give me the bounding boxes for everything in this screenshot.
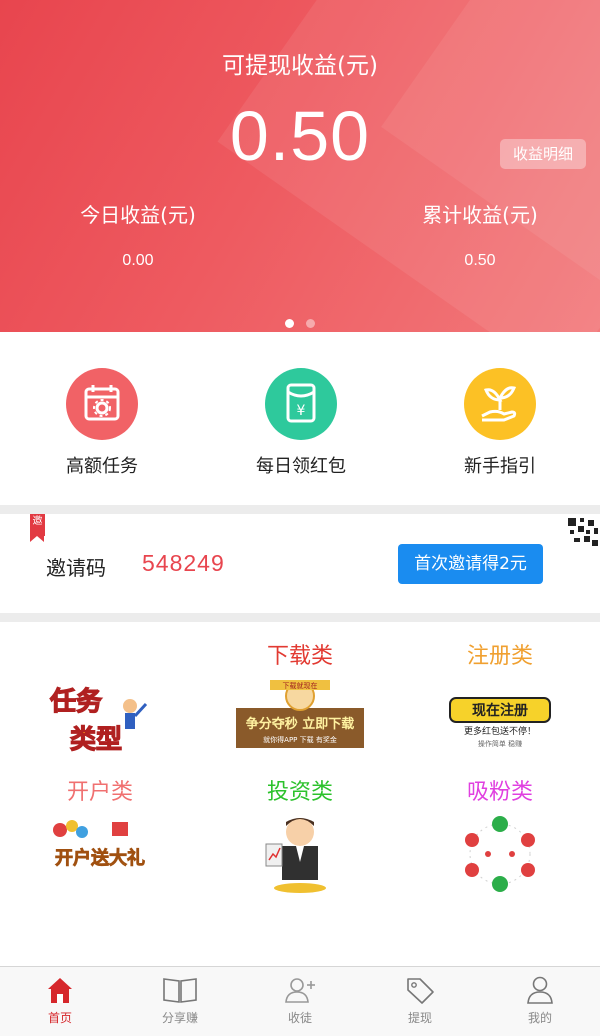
- tab-label: 分享赚: [161, 1011, 198, 1025]
- invite-code-value: 548249: [142, 550, 225, 576]
- invite-code-label: 邀请码: [46, 556, 106, 580]
- today-earnings-label: 今日收益(元): [80, 203, 196, 227]
- tab-icon-wrap: [360, 967, 480, 1007]
- download-banner-icon: 下载就现在 争分夺秒 立即下载 就你得APP 下载 有奖金: [236, 680, 364, 748]
- category-register[interactable]: 注册类 现在注册 更多红包送不停！ 操作简单 稳赚: [400, 638, 600, 762]
- register-banner-icon: 现在注册 更多红包送不停！ 操作简单 稳赚: [449, 697, 551, 748]
- tab-label: 首页: [47, 1011, 72, 1025]
- first-invite-reward-button[interactable]: 首次邀请得2元: [398, 544, 543, 584]
- svg-text:现在注册: 现在注册: [472, 702, 528, 719]
- category-name: 下载类: [266, 644, 333, 669]
- open-account-banner-icon: 开户送大礼: [53, 820, 145, 869]
- hand-plant-icon: [464, 368, 536, 440]
- svg-text:更多红包送不停！: 更多红包送不停！: [464, 725, 536, 737]
- tab-icon-wrap: [120, 967, 240, 1007]
- withdrawable-title: 可提现收益(元): [222, 53, 378, 79]
- svg-text:任务: 任务: [49, 687, 102, 717]
- daily-red-envelope-button[interactable]: ¥ 每日领红包: [221, 368, 381, 478]
- calendar-gear-icon: [66, 368, 138, 440]
- tab-icon-wrap: [240, 967, 360, 1007]
- category-gain-followers[interactable]: 吸粉类: [400, 774, 600, 898]
- category-task-type[interactable]: 任务 类型: [0, 638, 200, 762]
- category-name: 开户类: [66, 780, 133, 805]
- action-label: 每日领红包: [256, 456, 346, 477]
- category-name: 投资类: [266, 780, 333, 805]
- carousel-dot[interactable]: [285, 319, 294, 328]
- invite-tag: 邀: [30, 514, 45, 542]
- invite-section: 邀 邀请码 548249 首次邀请得2元: [0, 514, 600, 612]
- tab-label: 收徒: [287, 1011, 312, 1025]
- beginner-guide-button[interactable]: 新手指引: [420, 368, 580, 478]
- category-name: 吸粉类: [466, 780, 533, 805]
- tab-share-earn[interactable]: 分享赚: [120, 967, 240, 1036]
- total-earnings: 累计收益(元) 0.50: [380, 199, 580, 270]
- qr-code-icon: [568, 518, 598, 546]
- tab-home[interactable]: 首页: [0, 967, 120, 1036]
- task-type-banner-icon: 任务 类型: [48, 686, 148, 756]
- total-earnings-label: 累计收益(元): [422, 203, 538, 227]
- carousel-dot[interactable]: [306, 319, 315, 328]
- earnings-header: 可提现收益(元) 0.50 收益明细 今日收益(元) 0.00 累计收益(元) …: [0, 0, 600, 332]
- category-name: 注册类: [466, 644, 533, 669]
- today-earnings: 今日收益(元) 0.00: [38, 199, 238, 270]
- svg-text:就你得APP 下载 有奖金: 就你得APP 下载 有奖金: [263, 735, 337, 744]
- earnings-detail-button[interactable]: 收益明细: [500, 139, 586, 169]
- action-label: 高额任务: [66, 456, 138, 477]
- action-label: 新手指引: [464, 456, 536, 477]
- task-categories: 任务 类型 下载类 下载就现在 争分夺秒 立即下载 就你得APP 下载 有奖金 …: [0, 622, 600, 964]
- tab-label: 提现: [407, 1011, 432, 1025]
- category-investment[interactable]: 投资类: [200, 774, 400, 898]
- tab-icon-wrap: [0, 967, 120, 1007]
- total-earnings-value: 0.50: [464, 252, 496, 269]
- category-open-account[interactable]: 开户类 开户送大礼: [0, 774, 200, 898]
- high-reward-task-button[interactable]: 高额任务: [22, 368, 182, 478]
- social-icons-circle-icon: [465, 816, 535, 892]
- book-icon: [163, 978, 197, 1003]
- tab-label: 我的: [527, 1011, 552, 1025]
- category-name: [0, 638, 200, 668]
- red-envelope-yen-icon: ¥: [265, 368, 337, 440]
- svg-text:开户送大礼: 开户送大礼: [55, 847, 145, 869]
- home-icon: [48, 978, 72, 1003]
- today-earnings-value: 0.00: [122, 252, 154, 269]
- tab-withdraw[interactable]: 提现: [360, 967, 480, 1036]
- add-user-icon: [285, 978, 315, 1003]
- tag-icon: [407, 978, 434, 1004]
- carousel-indicator: [0, 313, 600, 332]
- user-icon: [527, 976, 553, 1004]
- svg-text:¥: ¥: [297, 403, 306, 419]
- svg-text:下载就现在: 下载就现在: [283, 681, 318, 690]
- quick-actions: 高额任务 ¥ 每日领红包 新手指引: [0, 332, 600, 504]
- svg-text:操作简单 稳赚: 操作简单 稳赚: [478, 739, 522, 748]
- investment-businessman-icon: [265, 818, 326, 893]
- svg-text:争分夺秒 立即下载: 争分夺秒 立即下载: [246, 716, 355, 732]
- tab-me[interactable]: 我的: [480, 967, 600, 1036]
- section-divider: [0, 505, 600, 514]
- section-divider: [0, 613, 600, 622]
- tab-recruit[interactable]: 收徒: [240, 967, 360, 1036]
- bottom-tab-bar: 首页 分享赚 收徒 提现 我的: [0, 966, 600, 1036]
- category-download[interactable]: 下载类 下载就现在 争分夺秒 立即下载 就你得APP 下载 有奖金: [200, 638, 400, 762]
- svg-text:类型: 类型: [70, 725, 122, 755]
- tab-icon-wrap: [480, 967, 600, 1007]
